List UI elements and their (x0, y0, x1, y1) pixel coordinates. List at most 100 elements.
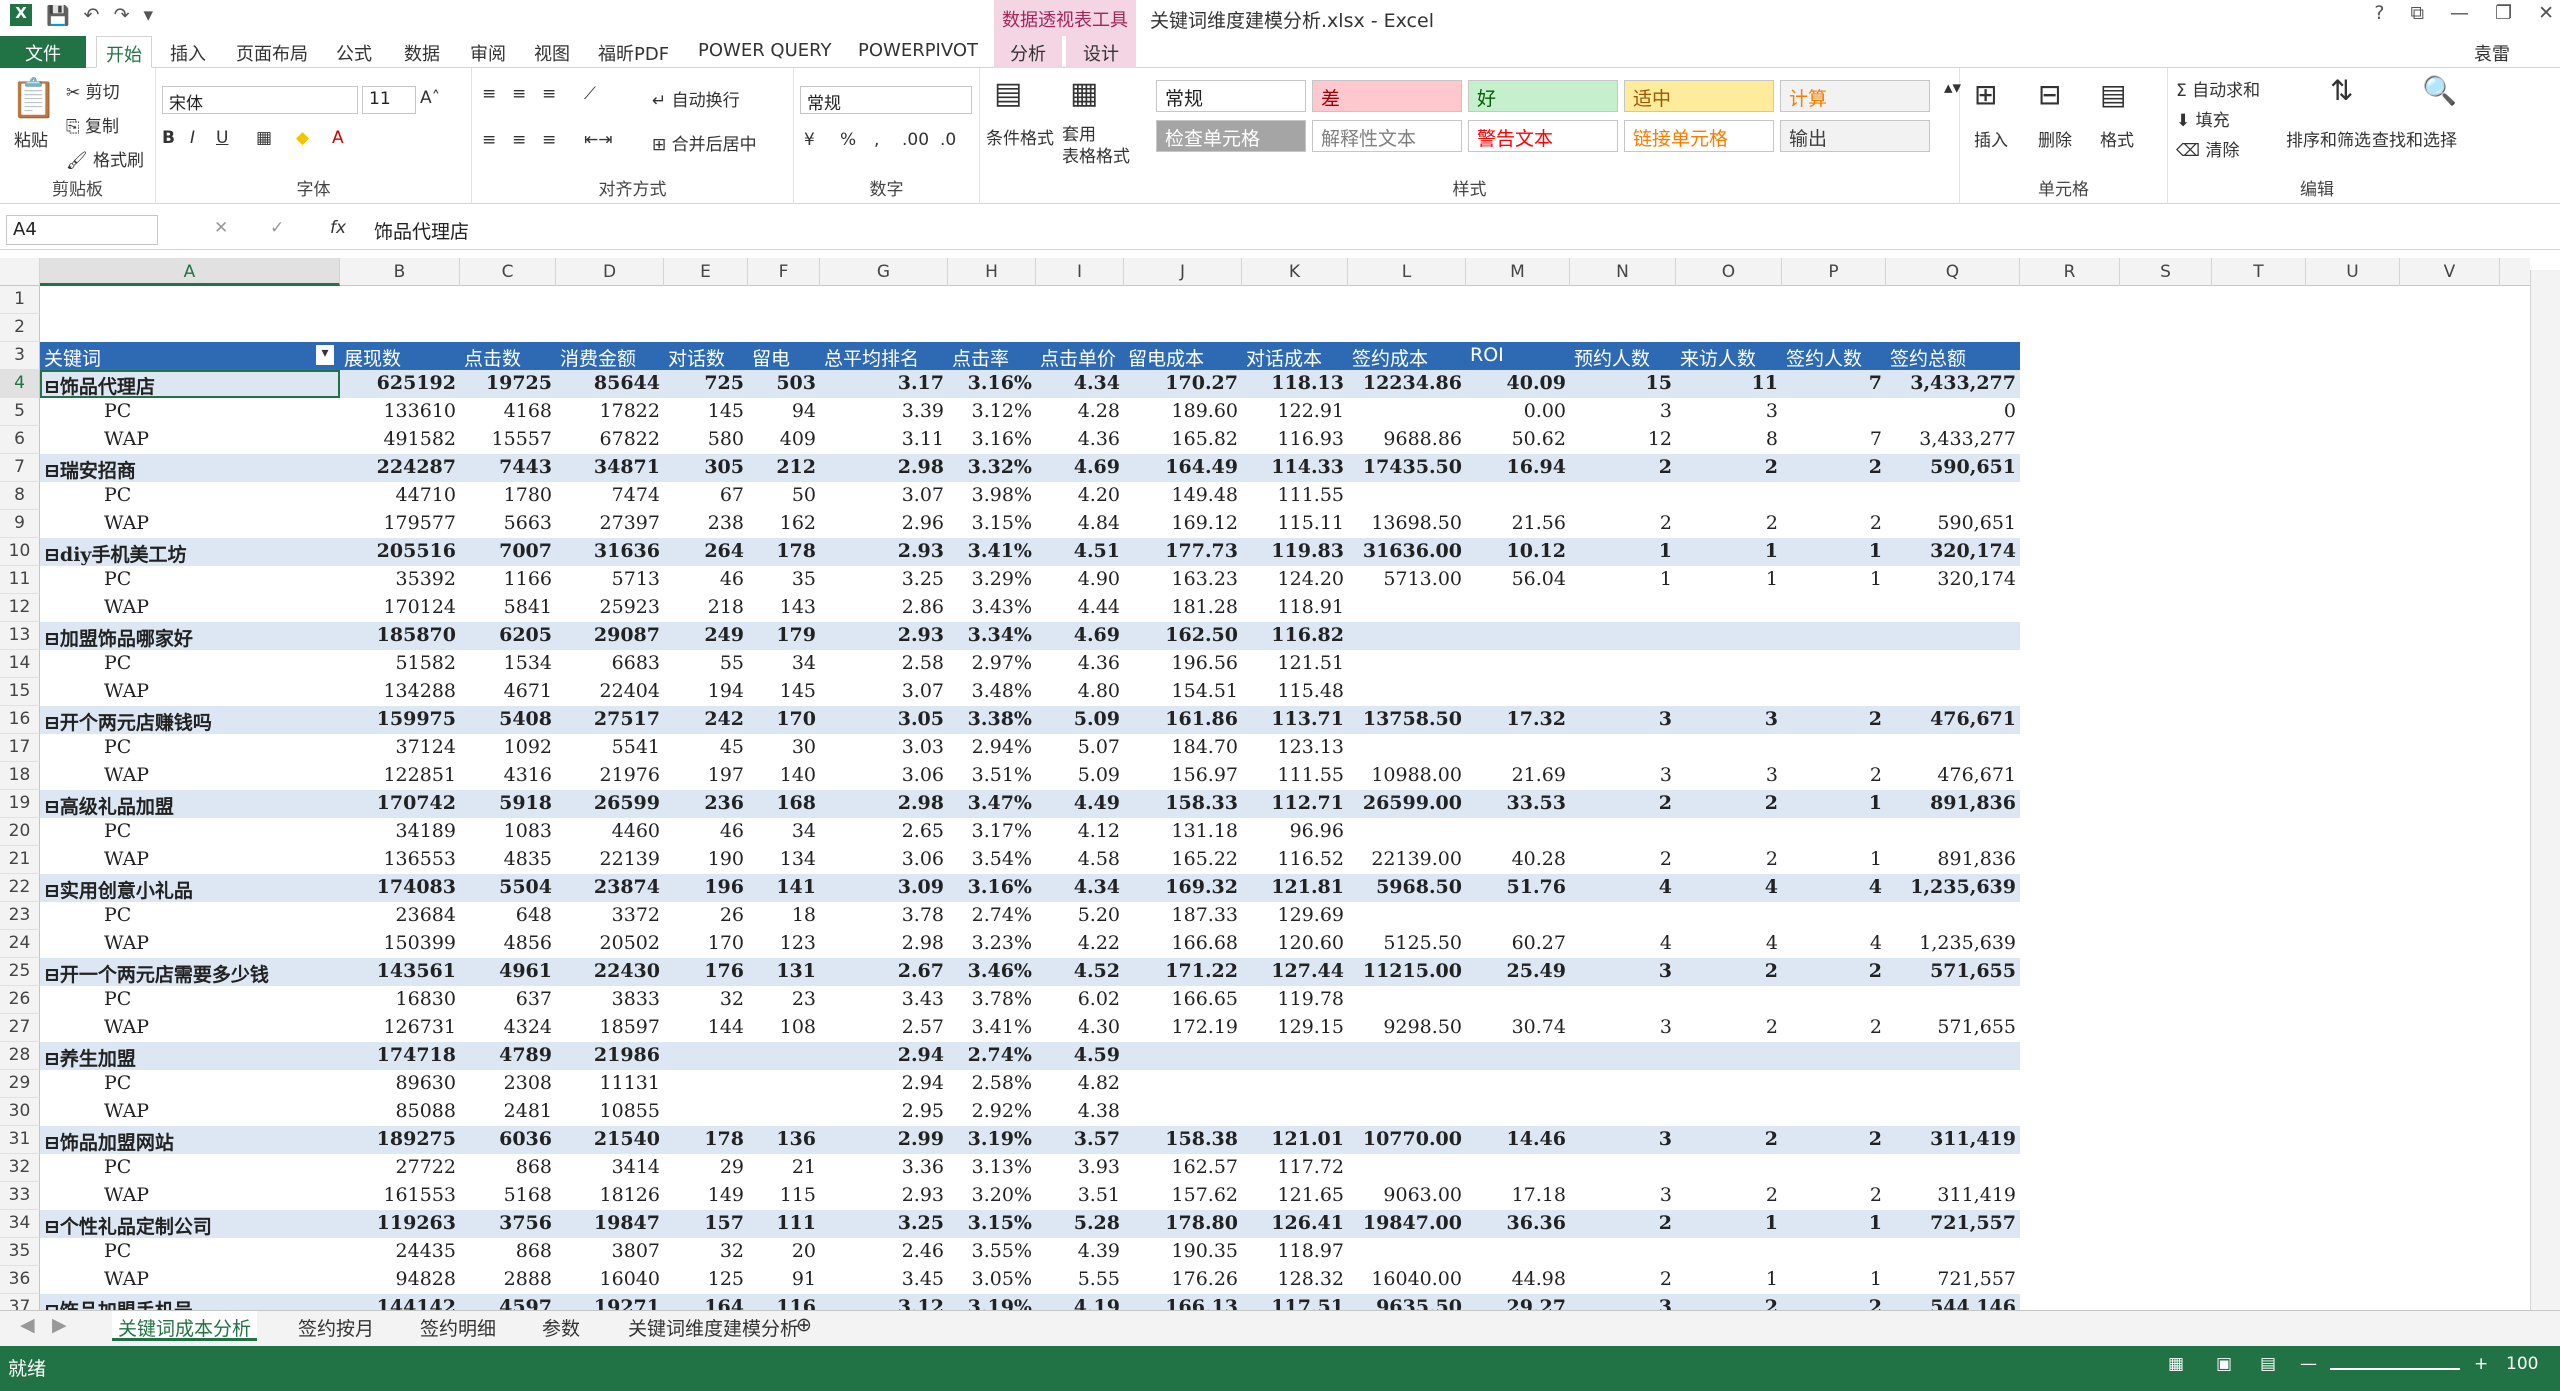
table-cell[interactable] (1676, 1070, 1782, 1098)
table-cell[interactable]: 2 (1676, 1182, 1782, 1210)
table-cell[interactable] (1348, 1154, 1466, 1182)
table-cell[interactable]: 3.54% (948, 846, 1036, 874)
table-cell[interactable]: 3.17% (948, 818, 1036, 846)
table-cell[interactable]: 544,146 (1886, 1294, 2020, 1310)
table-cell[interactable]: 1,235,639 (1886, 874, 2020, 902)
table-cell[interactable]: ⊟开个两元店赚钱吗 (40, 706, 340, 734)
table-cell[interactable]: 4.12 (1036, 818, 1124, 846)
zoom-slider[interactable] (2330, 1368, 2460, 1370)
table-cell[interactable]: 9298.50 (1348, 1014, 1466, 1042)
row-header[interactable]: 20 (0, 818, 40, 846)
table-cell[interactable] (1676, 902, 1782, 930)
table-cell[interactable]: 185870 (340, 622, 460, 650)
styles-scroll-icon[interactable]: ▴▾ (1944, 78, 1961, 98)
table-cell[interactable]: 6683 (556, 650, 664, 678)
table-cell[interactable]: 3 (1570, 1014, 1676, 1042)
table-cell[interactable]: 3,433,277 (1886, 426, 2020, 454)
table-cell[interactable]: 3.46% (948, 958, 1036, 986)
table-cell[interactable]: 3.16% (948, 370, 1036, 398)
table-cell[interactable]: 2.98 (820, 454, 948, 482)
table-cell[interactable]: 118.13 (1242, 370, 1348, 398)
table-cell[interactable]: PC (40, 1238, 340, 1266)
table-cell[interactable]: 2 (1676, 790, 1782, 818)
table-cell[interactable]: 4.51 (1036, 538, 1124, 566)
filter-dropdown-icon[interactable]: ▾ (316, 345, 334, 365)
table-cell[interactable]: 131.18 (1124, 818, 1242, 846)
table-cell[interactable]: 2 (1782, 1182, 1886, 1210)
next-sheet-icon[interactable]: ▶ (46, 1311, 73, 1341)
table-cell[interactable]: 122.91 (1242, 398, 1348, 426)
table-cell[interactable] (1676, 650, 1782, 678)
table-cell[interactable]: 2.65 (820, 818, 948, 846)
table-cell[interactable]: 161.86 (1124, 706, 1242, 734)
table-cell[interactable]: WAP (40, 762, 340, 790)
table-cell[interactable]: 189.60 (1124, 398, 1242, 426)
table-cell[interactable]: 3.25 (820, 1210, 948, 1238)
underline-icon[interactable]: U (216, 128, 228, 148)
table-cell[interactable]: 15557 (460, 426, 556, 454)
table-cell[interactable]: ⊟饰品加盟手机号 (40, 1294, 340, 1310)
table-cell[interactable]: 6.02 (1036, 986, 1124, 1014)
table-cell[interactable]: 19847.00 (1348, 1210, 1466, 1238)
table-cell[interactable]: 2.93 (820, 1182, 948, 1210)
table-cell[interactable]: 156.97 (1124, 762, 1242, 790)
table-cell[interactable]: 2 (1676, 846, 1782, 874)
tab-page-layout[interactable]: 页面布局 (236, 36, 308, 68)
table-cell[interactable]: 16.94 (1466, 454, 1570, 482)
table-cell[interactable]: 2.58 (820, 650, 948, 678)
table-cell[interactable]: 2.57 (820, 1014, 948, 1042)
table-cell[interactable] (1886, 1098, 2020, 1126)
row-header[interactable]: 27 (0, 1014, 40, 1042)
table-cell[interactable] (1676, 594, 1782, 622)
table-cell[interactable]: 20 (748, 1238, 820, 1266)
row-header[interactable]: 2 (0, 314, 40, 342)
table-cell[interactable]: 2.94 (820, 1042, 948, 1070)
table-cell[interactable]: 5168 (460, 1182, 556, 1210)
table-cell[interactable] (1886, 594, 2020, 622)
table-cell[interactable]: 3.41% (948, 538, 1036, 566)
table-cell[interactable]: 868 (460, 1238, 556, 1266)
table-cell[interactable]: 264 (664, 538, 748, 566)
table-cell[interactable]: 3.43 (820, 986, 948, 1014)
cell-style-2[interactable]: 好 (1468, 80, 1618, 112)
row-header[interactable]: 5 (0, 398, 40, 426)
table-cell[interactable]: 174718 (340, 1042, 460, 1070)
table-cell[interactable]: 21976 (556, 762, 664, 790)
table-cell[interactable]: WAP (40, 1266, 340, 1294)
autosum-button[interactable]: Σ 自动求和 (2176, 76, 2260, 101)
table-cell[interactable] (1242, 1042, 1348, 1070)
name-box[interactable]: A4 (6, 215, 158, 245)
table-cell[interactable]: 144 (664, 1014, 748, 1042)
table-cell[interactable]: 179577 (340, 510, 460, 538)
table-cell[interactable]: 19271 (556, 1294, 664, 1310)
cancel-formula-icon[interactable]: ✕ (214, 218, 228, 238)
table-cell[interactable] (1782, 398, 1886, 426)
table-cell[interactable]: 14.46 (1466, 1126, 1570, 1154)
table-cell[interactable]: 96.96 (1242, 818, 1348, 846)
table-cell[interactable]: 2.95 (820, 1098, 948, 1126)
table-cell[interactable]: PC (40, 398, 340, 426)
table-cell[interactable] (1466, 902, 1570, 930)
align-center-icon[interactable]: ≡ (512, 130, 526, 150)
row-header[interactable]: 4 (0, 370, 40, 398)
table-cell[interactable]: 178.80 (1124, 1210, 1242, 1238)
sheet-tab[interactable]: 关键词维度建模分析 (622, 1311, 805, 1341)
row-header[interactable]: 25 (0, 958, 40, 986)
table-cell[interactable]: 2 (1782, 454, 1886, 482)
table-cell[interactable] (1782, 1238, 1886, 1266)
table-cell[interactable] (1348, 482, 1466, 510)
table-cell[interactable]: 128.32 (1242, 1266, 1348, 1294)
table-cell[interactable]: 170 (748, 706, 820, 734)
table-cell[interactable]: 2888 (460, 1266, 556, 1294)
table-cell[interactable]: 3.78% (948, 986, 1036, 1014)
cell-style-3[interactable]: 适中 (1624, 80, 1774, 112)
table-cell[interactable]: 4856 (460, 930, 556, 958)
table-cell[interactable]: 2.93 (820, 538, 948, 566)
table-cell[interactable] (1466, 482, 1570, 510)
table-cell[interactable] (1348, 1070, 1466, 1098)
table-cell[interactable]: 127.44 (1242, 958, 1348, 986)
table-cell[interactable]: 94 (748, 398, 820, 426)
table-cell[interactable]: 22404 (556, 678, 664, 706)
table-cell[interactable]: 868 (460, 1154, 556, 1182)
table-cell[interactable] (1886, 986, 2020, 1014)
